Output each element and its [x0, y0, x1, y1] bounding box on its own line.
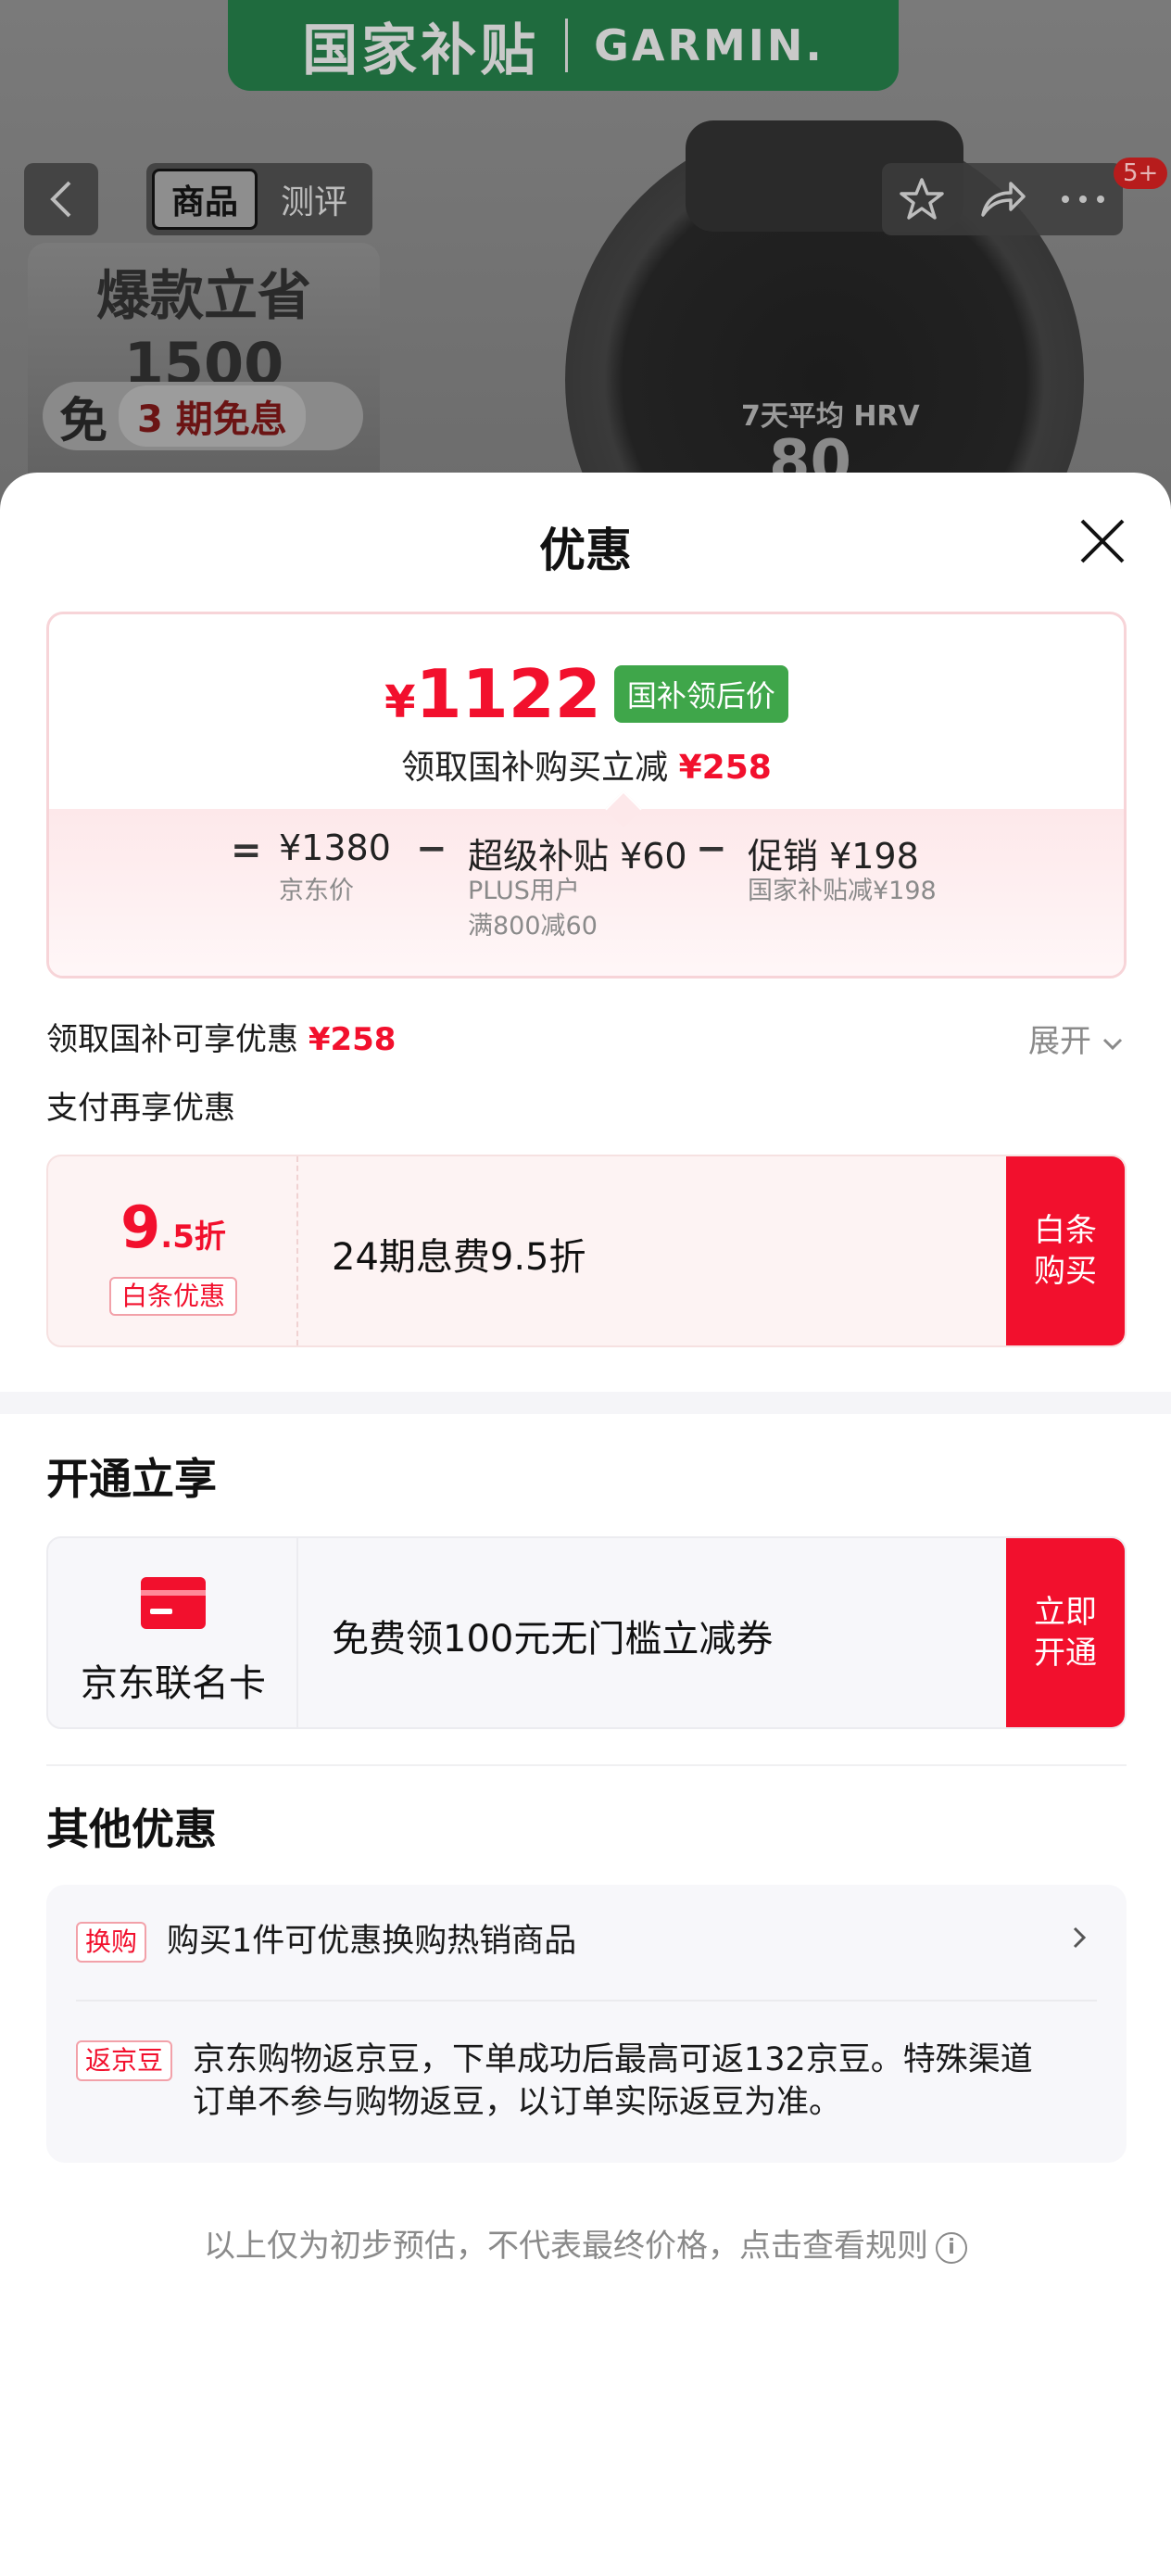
section-divider — [0, 1392, 1171, 1414]
expand-label: 展开 — [1028, 1023, 1091, 1060]
breakdown-promotion-label: 国家补贴减¥198 — [748, 877, 937, 905]
top-action-group — [882, 163, 1123, 235]
breakdown-super-subsidy: 超级补贴 ¥60 — [468, 836, 687, 877]
gov-subsidy-amount: ¥258 — [308, 1021, 397, 1058]
breakdown-promotion: 促销 ¥198 — [748, 836, 919, 877]
promo-line1: 爆款立省 — [95, 264, 311, 327]
baitiao-discount-tag: 白条优惠 — [109, 1277, 237, 1316]
trade-in-tag: 换购 — [76, 1922, 147, 1963]
price-summary-card: ¥1122 国补领后价 领取国补购买立减 ¥258 = ¥1380 京东价 − … — [46, 612, 1127, 979]
product-page-background: 国家补贴 GARMIN. 7天平均 HRV 80 商品 测评 5+ 爆款立省 1… — [0, 0, 1171, 519]
price-currency: ¥ — [384, 676, 416, 728]
jd-bean-tag: 返京豆 — [76, 2040, 173, 2081]
close-icon[interactable] — [1075, 513, 1130, 569]
breakdown-super-subsidy-label: PLUS用户 — [468, 877, 580, 905]
cobrand-card-name: 京东联名卡 — [81, 1662, 266, 1705]
baitiao-buy-label-1: 白条 — [1034, 1212, 1097, 1249]
breakdown-jd-price-label: 京东价 — [279, 877, 354, 905]
final-price: 1122 — [415, 655, 601, 733]
minus-sign: − — [416, 827, 447, 870]
baitiao-offer-text: 24期息费9.5折 — [332, 1236, 586, 1279]
open-card-label-2: 开通 — [1034, 1635, 1097, 1672]
subsidy-banner: 国家补贴 GARMIN. — [228, 0, 899, 91]
banner-subsidy-text: 国家补贴 — [302, 18, 540, 83]
expand-button[interactable]: 展开 — [1028, 1016, 1124, 1061]
cobrand-card-offer[interactable]: 京东联名卡 免费领100元无门槛立减券 立即 开通 — [46, 1536, 1127, 1729]
top-tabs: 商品 测评 — [146, 163, 372, 235]
chevron-right-icon — [1073, 1926, 1087, 1949]
final-price-row: ¥1122 国补领后价 — [49, 655, 1124, 733]
jd-bean-text-line1: 京东购物返京豆，下单成功后最高可返132京豆。特殊渠道 — [193, 2041, 1033, 2078]
open-section-title: 开通立享 — [46, 1454, 217, 1504]
sheet-title: 优惠 — [539, 524, 632, 577]
tab-review[interactable]: 测评 — [261, 169, 367, 230]
pay-section-title: 支付再享优惠 — [46, 1090, 235, 1127]
chevron-left-icon — [50, 181, 71, 218]
discount-sheet: 优惠 ¥1122 国补领后价 领取国补购买立减 ¥258 = ¥1380 京东价… — [0, 473, 1171, 2576]
price-disclaimer[interactable]: 以上仅为初步预估，不代表最终价格，点击查看规则 i — [0, 2220, 1171, 2266]
message-badge: 5+ — [1114, 158, 1168, 189]
price-summary-top: ¥1122 国补领后价 领取国补购买立减 ¥258 — [49, 614, 1124, 809]
banner-separator — [565, 19, 569, 72]
baitiao-offer-card[interactable]: 9.5折 白条优惠 24期息费9.5折 白条 购买 — [46, 1155, 1127, 1347]
baitiao-discount-block: 9.5折 白条优惠 — [48, 1156, 298, 1345]
share-icon[interactable] — [977, 178, 1027, 221]
gov-subsidy-label: 领取国补可享优惠 — [46, 1021, 298, 1058]
baitiao-buy-label-2: 购买 — [1034, 1253, 1097, 1290]
minus-sign: − — [696, 827, 727, 870]
baitiao-discount: 9.5折 — [48, 1193, 298, 1261]
price-disclaimer-text: 以上仅为初步预估，不代表最终价格，点击查看规则 — [204, 2228, 928, 2265]
price-subtitle-text: 领取国补购买立减 — [401, 749, 669, 787]
credit-card-icon — [141, 1577, 206, 1629]
info-icon: i — [936, 2231, 967, 2264]
cobrand-card-block: 京东联名卡 — [48, 1538, 298, 1727]
breakdown-super-subsidy-rule: 满800减60 — [468, 912, 598, 941]
chevron-down-icon — [1102, 1038, 1122, 1051]
price-breakdown: = ¥1380 京东价 − 超级补贴 ¥60 PLUS用户 满800减60 − … — [49, 809, 1124, 976]
promo-installment-pill: 免 3 期免息 — [43, 382, 363, 450]
baitiao-discount-small: .5折 — [160, 1219, 226, 1256]
banner-brand-text: GARMIN. — [594, 20, 825, 70]
back-button[interactable] — [24, 163, 98, 235]
promo-installment-label: 3 期免息 — [119, 385, 306, 447]
tab-product[interactable]: 商品 — [152, 169, 258, 230]
other-section-title: 其他优惠 — [46, 1804, 217, 1854]
gov-subsidy-row: 领取国补可享优惠 ¥258 — [46, 1014, 396, 1059]
promo-free-label: 免 — [59, 393, 108, 449]
cobrand-card-text: 免费领100元无门槛立减券 — [332, 1618, 774, 1661]
price-subtitle: 领取国补购买立减 ¥258 — [49, 740, 1124, 789]
more-icon[interactable] — [1060, 194, 1106, 205]
price-tag: 国补领后价 — [613, 665, 788, 723]
breakdown-jd-price: ¥1380 — [279, 827, 391, 868]
baitiao-buy-button[interactable]: 白条 购买 — [1006, 1156, 1125, 1345]
price-subtitle-amount: ¥258 — [678, 749, 772, 787]
offer-row-divider — [76, 2000, 1097, 2001]
jd-bean-text-line2: 订单不参与购物返豆，以订单实际返豆为准。 — [193, 2084, 842, 2121]
other-offers-card: 换购 购买1件可优惠换购热销商品 返京豆 京东购物返京豆，下单成功后最高可返13… — [46, 1885, 1127, 2163]
equals-sign: = — [231, 829, 262, 872]
baitiao-discount-big: 9 — [120, 1193, 161, 1261]
section-divider-thin — [46, 1764, 1127, 1766]
open-card-button[interactable]: 立即 开通 — [1006, 1538, 1125, 1727]
trade-in-text: 购买1件可优惠换购热销商品 — [167, 1923, 577, 1960]
open-card-label-1: 立即 — [1034, 1594, 1097, 1631]
star-icon[interactable] — [899, 176, 945, 222]
